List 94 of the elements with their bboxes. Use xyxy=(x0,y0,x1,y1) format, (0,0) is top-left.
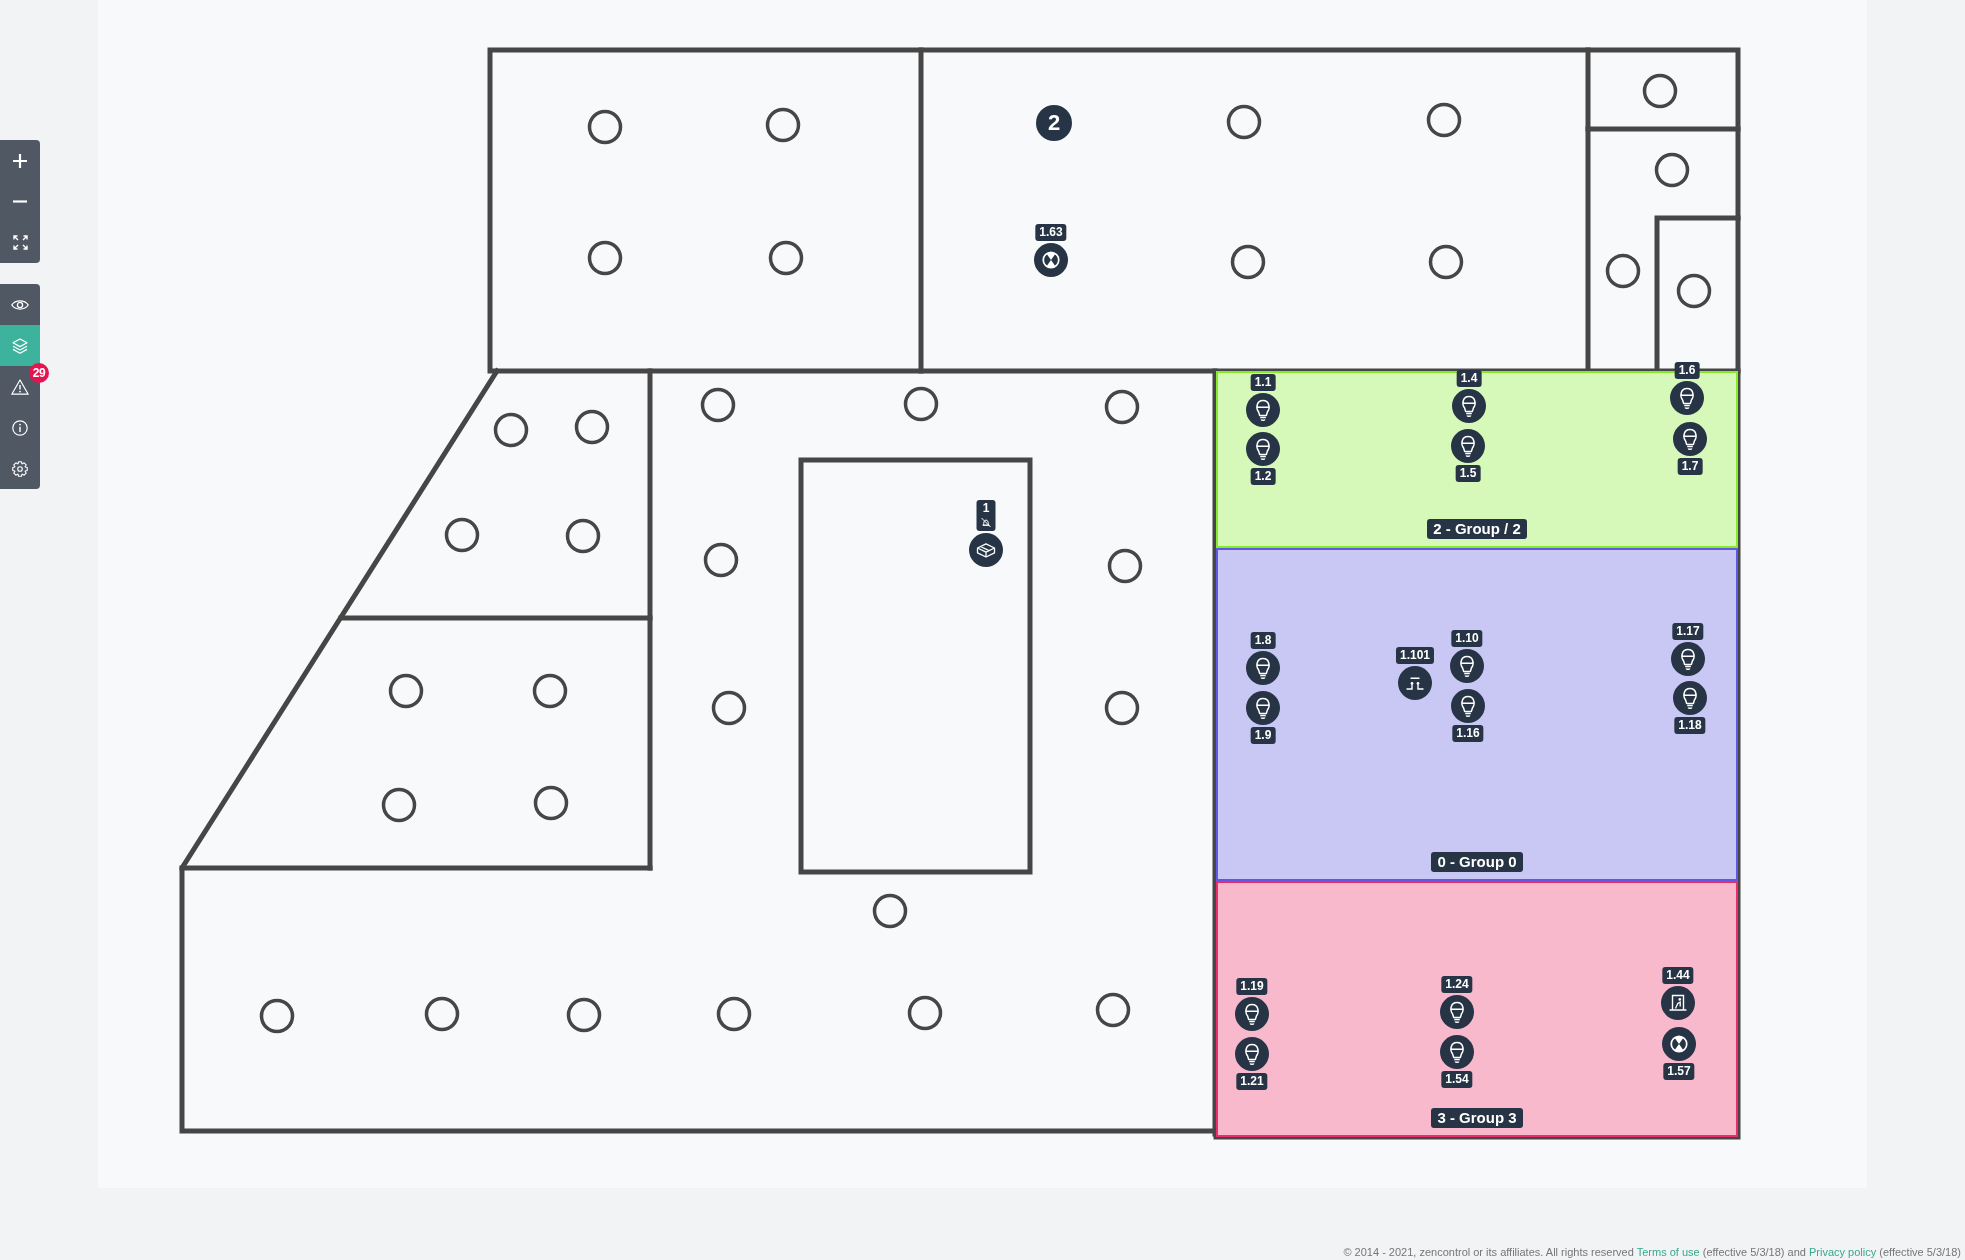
ring-icon xyxy=(872,893,908,929)
ring-icon xyxy=(765,107,801,143)
group-label: 0 - Group 0 xyxy=(1431,852,1523,872)
ring-icon xyxy=(1104,690,1140,726)
hourglass-icon[interactable] xyxy=(1034,243,1068,277)
ring-icon xyxy=(700,387,736,423)
device-label: 1.17 xyxy=(1672,623,1704,640)
ring-icon xyxy=(1428,244,1464,280)
ring-icon xyxy=(566,997,602,1033)
device-label: 1.1 xyxy=(1250,374,1276,391)
settings-button[interactable] xyxy=(0,448,40,489)
bulb-icon[interactable] xyxy=(1246,691,1280,725)
device-label: 1.6 xyxy=(1674,362,1700,379)
device-label: 1.16 xyxy=(1452,725,1484,742)
area-number-badge[interactable]: 2 xyxy=(1036,105,1072,141)
gear-icon xyxy=(12,460,28,477)
device-label: 1 xyxy=(982,501,990,516)
ring-icon xyxy=(1426,102,1462,138)
ring-icon xyxy=(716,996,752,1032)
ring-icon xyxy=(587,109,623,145)
info-icon xyxy=(12,419,28,436)
device-label: 1.19 xyxy=(1236,978,1268,995)
bulb-icon[interactable] xyxy=(1673,422,1707,456)
expand-icon xyxy=(12,235,28,250)
ring-icon xyxy=(444,517,480,553)
ring-icon xyxy=(907,995,943,1031)
device-label: 1.54 xyxy=(1441,1071,1473,1088)
ring-icon xyxy=(768,240,804,276)
ring-icon xyxy=(388,673,424,709)
bulb-icon[interactable] xyxy=(1440,1035,1474,1069)
switch-icon[interactable] xyxy=(1398,666,1432,700)
device-label: 1.101 xyxy=(1396,647,1434,664)
ring-icon xyxy=(1605,253,1641,289)
box-icon[interactable] xyxy=(969,533,1003,567)
hourglass-icon[interactable] xyxy=(1662,1027,1696,1061)
plus-icon xyxy=(13,153,27,168)
ring-icon xyxy=(711,690,747,726)
ring-icon xyxy=(493,412,529,448)
ring-icon xyxy=(1654,152,1690,188)
copyright-notice: © 2014 - 2021, zencontrol or its affiliates. All rights reserved Terms of use (effective 5/3/18) and Privacy policy (effective 5/3/18) xyxy=(1343,1245,1961,1259)
device-label: 1.63 xyxy=(1035,224,1067,241)
count-badge: 29 xyxy=(29,363,49,383)
device-label: 1.57 xyxy=(1663,1063,1695,1080)
bulb-icon[interactable] xyxy=(1451,429,1485,463)
device-label: 1.9 xyxy=(1250,727,1276,744)
ring-icon xyxy=(903,386,939,422)
ring-icon xyxy=(1226,104,1262,140)
ring-icon xyxy=(259,998,295,1034)
bulb-icon[interactable] xyxy=(1673,681,1707,715)
device-label: 1.21 xyxy=(1236,1073,1268,1090)
group-label: 3 - Group 3 xyxy=(1431,1108,1523,1128)
device-label: 1.44 xyxy=(1662,967,1694,984)
bulb-icon[interactable] xyxy=(1246,393,1280,427)
ring-icon xyxy=(1104,389,1140,425)
fit-to-screen-button[interactable] xyxy=(0,222,40,263)
device-label: 1.5 xyxy=(1455,465,1481,482)
ring-icon xyxy=(703,542,739,578)
ring-icon xyxy=(381,787,417,823)
ring-icon xyxy=(574,409,610,445)
ring-icon xyxy=(424,996,460,1032)
bulb-icon[interactable] xyxy=(1670,381,1704,415)
ring-icon xyxy=(587,240,623,276)
device-label: 1.8 xyxy=(1250,632,1276,649)
door-icon[interactable] xyxy=(1661,986,1695,1020)
bulb-icon[interactable] xyxy=(1246,432,1280,466)
bulb-icon[interactable] xyxy=(1235,997,1269,1031)
device-label: 1.10 xyxy=(1451,630,1483,647)
bulb-icon[interactable] xyxy=(1452,389,1486,423)
device-label: 1.7 xyxy=(1677,458,1703,475)
ring-icon xyxy=(1095,992,1131,1028)
device-label: 1.2 xyxy=(1250,468,1276,485)
bulb-icon[interactable] xyxy=(1246,651,1280,685)
bulb-icon[interactable] xyxy=(1235,1037,1269,1071)
bulb-icon[interactable] xyxy=(1450,649,1484,683)
eye-icon xyxy=(11,298,29,311)
ring-icon xyxy=(532,673,568,709)
visibility-button[interactable] xyxy=(0,284,40,325)
zoom-in-button[interactable] xyxy=(0,140,40,181)
group-label: 2 - Group / 2 xyxy=(1427,519,1527,539)
ring-icon xyxy=(1676,273,1712,309)
bulb-icon[interactable] xyxy=(1671,642,1705,676)
ring-icon xyxy=(1230,244,1266,280)
device-label: 1.4 xyxy=(1456,370,1482,387)
ring-icon xyxy=(565,518,601,554)
device-label: 1.18 xyxy=(1674,717,1706,734)
ring-icon xyxy=(1107,548,1143,584)
warning-icon xyxy=(11,378,29,395)
ring-icon xyxy=(1642,73,1678,109)
device-label: 1.24 xyxy=(1441,976,1473,993)
bulb-icon[interactable] xyxy=(1440,995,1474,1029)
layers-icon xyxy=(12,337,28,354)
bulb-icon[interactable] xyxy=(1451,689,1485,723)
minus-icon xyxy=(13,200,27,203)
ring-icon xyxy=(533,785,569,821)
